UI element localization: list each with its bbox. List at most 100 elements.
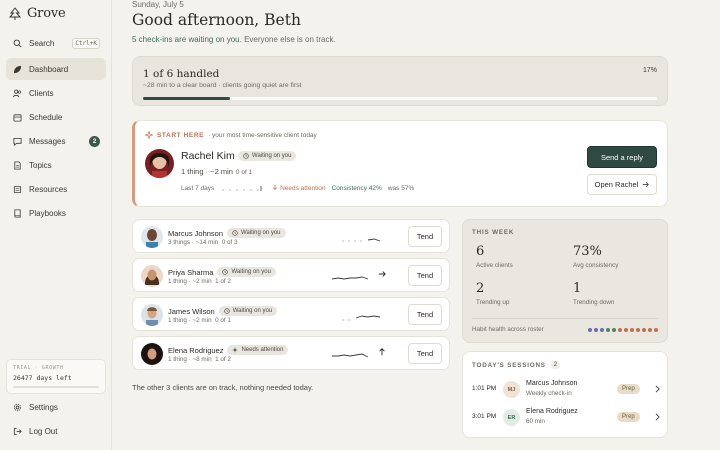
- current-date: Sunday, July 5: [132, 0, 184, 9]
- todays-sessions-card: TODAY'S SESSIONS 2 1:01 PM MJ Marcus Joh…: [462, 351, 668, 438]
- progress-title: 1 of 6 handled: [143, 68, 220, 80]
- trial-days-left: 26477 days left: [13, 374, 72, 382]
- arrow-up-icon: [379, 348, 385, 356]
- progress-card: 1 of 6 handled ~28 min to a clear board …: [132, 56, 668, 106]
- status-badge: Waiting on you: [218, 306, 278, 316]
- progress-percent: 17%: [642, 67, 657, 74]
- client-row[interactable]: Marcus Johnson Waiting on you 3 things ·…: [132, 219, 450, 253]
- brand[interactable]: Grove: [8, 6, 66, 21]
- roster-health-dots: [588, 328, 658, 332]
- start-here-card: START HERE · your most time-sensitive cl…: [132, 120, 668, 207]
- trial-card[interactable]: TRIAL · GROWTH 26477 days left: [6, 359, 106, 394]
- active-clients-label: Active clients: [476, 262, 513, 269]
- sidebar-item-label: Clients: [29, 88, 54, 98]
- client-fraction: 1 of 2: [215, 278, 231, 285]
- avatar[interactable]: [141, 226, 163, 248]
- roster-health-dot: [648, 328, 652, 332]
- roster-health-dot: [612, 328, 616, 332]
- prep-tag[interactable]: Prep: [617, 384, 640, 394]
- sparkle-icon: [145, 131, 153, 139]
- waiting-checkins-link[interactable]: 5 check-ins are waiting on you.: [132, 35, 242, 44]
- sidebar-item-topics[interactable]: Topics: [6, 154, 106, 176]
- roster-health-dot: [588, 328, 592, 332]
- this-week-card: THIS WEEK 6 Active clients 73% Avg consi…: [462, 219, 668, 343]
- client-meta: 1 thing · ~8 min 1 of 2: [168, 356, 231, 363]
- session-time: 3:01 PM: [472, 413, 497, 420]
- tend-button[interactable]: Tend: [408, 304, 442, 325]
- chevron-right-icon[interactable]: [654, 413, 661, 421]
- avatar[interactable]: [141, 265, 163, 287]
- sidebar-item-messages[interactable]: Messages 2: [6, 130, 106, 152]
- sidebar-item-playbooks[interactable]: Playbooks: [6, 202, 106, 224]
- tend-button[interactable]: Tend: [408, 343, 442, 364]
- client-name[interactable]: Priya Sharma: [168, 268, 213, 277]
- session-client-name: Elena Rodriguez: [526, 408, 578, 415]
- avatar: ER: [503, 409, 520, 426]
- trending-up-value: 2: [476, 281, 485, 296]
- chevron-right-icon[interactable]: [654, 385, 661, 393]
- session-row[interactable]: 1:01 PM MJ Marcus Johnson Weekly check-i…: [472, 379, 660, 401]
- document-icon: [14, 160, 21, 170]
- sidebar-item-clients[interactable]: Clients: [6, 82, 106, 104]
- sidebar-item-settings[interactable]: Settings: [6, 396, 106, 418]
- client-fraction: 0 of 3: [221, 239, 238, 246]
- open-client-button[interactable]: Open Rachel: [587, 174, 657, 195]
- sessions-count-badge: 2: [550, 361, 561, 369]
- trend-sparkline: [342, 238, 381, 242]
- client-row[interactable]: Priya Sharma Waiting on you 1 thing · ~2…: [132, 258, 450, 292]
- session-row[interactable]: 3:01 PM ER Elena Rodriguez 60 min Prep: [472, 407, 660, 429]
- tend-button[interactable]: Tend: [408, 226, 442, 247]
- client-fraction: 0 of 1: [215, 317, 231, 324]
- sessions-heading-label: TODAY'S SESSIONS: [472, 361, 546, 369]
- active-clients-value: 6: [476, 244, 485, 259]
- this-week-heading: THIS WEEK: [472, 229, 515, 236]
- clock-icon: [222, 269, 229, 275]
- leaf-icon: [13, 65, 22, 73]
- avatar[interactable]: [145, 149, 174, 178]
- sidebar-item-label: Dashboard: [29, 64, 69, 74]
- sidebar-item-logout[interactable]: Log Out: [6, 420, 106, 442]
- client-meta-text: 1 thing · ~2 min: [168, 317, 212, 324]
- client-meta-text: 3 things · ~14 min: [168, 239, 219, 246]
- send-reply-button[interactable]: Send a reply: [587, 146, 657, 168]
- avatar[interactable]: [141, 343, 163, 365]
- sidebar-item-label: Settings: [29, 402, 58, 412]
- avatar[interactable]: [141, 304, 163, 326]
- client-meta: 1 thing · ~2 min 1 of 2: [168, 278, 231, 285]
- sidebar-item-dashboard[interactable]: Dashboard: [6, 58, 106, 80]
- activity-sparkline: [222, 186, 262, 191]
- subline-rest: Everyone else is on track.: [244, 35, 336, 44]
- trending-up-label: Trending up: [476, 299, 510, 306]
- sidebar-item-label: Log Out: [29, 426, 58, 436]
- client-meta-text: 1 thing · ~2 min: [181, 167, 233, 176]
- avatar: MJ: [503, 381, 520, 398]
- client-name[interactable]: Elena Rodriguez: [168, 346, 223, 355]
- sparkle-icon: [232, 347, 239, 353]
- prep-tag[interactable]: Prep: [617, 412, 640, 422]
- users-icon: [13, 89, 22, 97]
- trial-progress-bar: [13, 386, 99, 388]
- brand-name: Grove: [27, 6, 66, 21]
- client-name-line: James Wilson Waiting on you: [168, 306, 278, 316]
- client-row[interactable]: Elena Rodriguez Needs attention 1 thing …: [132, 336, 450, 370]
- client-row[interactable]: James Wilson Waiting on you 1 thing · ~2…: [132, 297, 450, 331]
- sidebar-item-schedule[interactable]: Schedule: [6, 106, 106, 128]
- client-name[interactable]: Rachel Kim: [181, 150, 235, 162]
- sidebar-item-resources[interactable]: Resources: [6, 178, 106, 200]
- tend-button[interactable]: Tend: [408, 265, 442, 286]
- status-badge: Waiting on you: [238, 151, 297, 161]
- chat-bubble-icon: [13, 137, 22, 146]
- calendar-icon: [13, 113, 22, 122]
- status-badge: Needs attention: [227, 345, 289, 355]
- client-fraction: 1 of 2: [215, 356, 231, 363]
- sidebar-item-search[interactable]: Search Ctrl+K: [6, 32, 106, 54]
- last-7-days-label: Last 7 days: [181, 184, 215, 192]
- client-name-line: Priya Sharma Waiting on you: [168, 267, 276, 277]
- client-name[interactable]: Marcus Johnson: [168, 229, 223, 238]
- sidebar-item-label: Schedule: [29, 112, 63, 122]
- status-badge-label: Needs attention: [241, 347, 284, 353]
- status-badge-label: Waiting on you: [241, 230, 281, 236]
- open-client-label: Open Rachel: [594, 180, 639, 189]
- client-name[interactable]: James Wilson: [168, 307, 215, 316]
- book-icon: [14, 208, 21, 218]
